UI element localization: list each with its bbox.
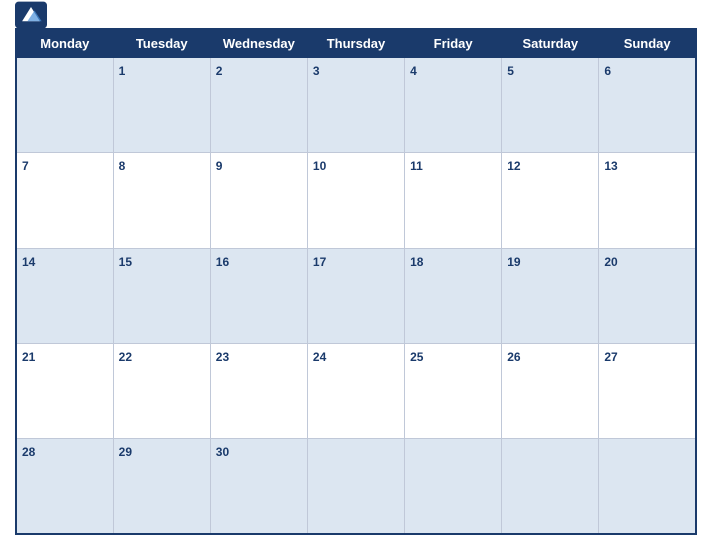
- calendar-day-26: 26: [502, 343, 599, 438]
- day-number: 10: [313, 159, 326, 173]
- calendar-day-30: 30: [210, 439, 307, 534]
- calendar-day-7: 7: [16, 153, 113, 248]
- calendar-empty-cell: [16, 58, 113, 153]
- weekday-header-row: MondayTuesdayWednesdayThursdayFridaySatu…: [16, 29, 696, 58]
- day-number: 1: [119, 64, 126, 78]
- weekday-saturday: Saturday: [502, 29, 599, 58]
- calendar-day-2: 2: [210, 58, 307, 153]
- day-number: 16: [216, 255, 229, 269]
- calendar-container: MondayTuesdayWednesdayThursdayFridaySatu…: [0, 0, 712, 550]
- calendar-empty-cell: [405, 439, 502, 534]
- day-number: 9: [216, 159, 223, 173]
- day-number: 12: [507, 159, 520, 173]
- day-number: 13: [604, 159, 617, 173]
- day-number: 8: [119, 159, 126, 173]
- calendar-day-23: 23: [210, 343, 307, 438]
- day-number: 20: [604, 255, 617, 269]
- calendar-day-16: 16: [210, 248, 307, 343]
- calendar-day-21: 21: [16, 343, 113, 438]
- day-number: 25: [410, 350, 423, 364]
- calendar-day-14: 14: [16, 248, 113, 343]
- calendar-day-5: 5: [502, 58, 599, 153]
- calendar-week-row: 21 22 23 24 25 26 27: [16, 343, 696, 438]
- weekday-sunday: Sunday: [599, 29, 696, 58]
- calendar-day-20: 20: [599, 248, 696, 343]
- calendar-day-19: 19: [502, 248, 599, 343]
- day-number: 14: [22, 255, 35, 269]
- day-number: 19: [507, 255, 520, 269]
- day-number: 21: [22, 350, 35, 364]
- calendar-day-17: 17: [307, 248, 404, 343]
- logo: [15, 1, 50, 29]
- day-number: 29: [119, 445, 132, 459]
- calendar-day-13: 13: [599, 153, 696, 248]
- day-number: 11: [410, 159, 423, 173]
- calendar-empty-cell: [307, 439, 404, 534]
- logo-icon: [15, 1, 47, 29]
- calendar-day-22: 22: [113, 343, 210, 438]
- day-number: 28: [22, 445, 35, 459]
- calendar-day-8: 8: [113, 153, 210, 248]
- calendar-day-6: 6: [599, 58, 696, 153]
- day-number: 23: [216, 350, 229, 364]
- calendar-day-18: 18: [405, 248, 502, 343]
- calendar-day-12: 12: [502, 153, 599, 248]
- calendar-week-row: 1 2 3 4 5 6: [16, 58, 696, 153]
- calendar-table: MondayTuesdayWednesdayThursdayFridaySatu…: [15, 28, 697, 535]
- day-number: 7: [22, 159, 29, 173]
- day-number: 22: [119, 350, 132, 364]
- calendar-day-24: 24: [307, 343, 404, 438]
- day-number: 26: [507, 350, 520, 364]
- calendar-day-10: 10: [307, 153, 404, 248]
- weekday-wednesday: Wednesday: [210, 29, 307, 58]
- calendar-day-15: 15: [113, 248, 210, 343]
- day-number: 17: [313, 255, 326, 269]
- day-number: 2: [216, 64, 223, 78]
- calendar-day-28: 28: [16, 439, 113, 534]
- day-number: 27: [604, 350, 617, 364]
- day-number: 3: [313, 64, 320, 78]
- day-number: 4: [410, 64, 417, 78]
- weekday-tuesday: Tuesday: [113, 29, 210, 58]
- calendar-week-row: 7 8 9 10 11 12 13: [16, 153, 696, 248]
- calendar-day-11: 11: [405, 153, 502, 248]
- day-number: 15: [119, 255, 132, 269]
- calendar-day-29: 29: [113, 439, 210, 534]
- calendar-day-4: 4: [405, 58, 502, 153]
- day-number: 18: [410, 255, 423, 269]
- weekday-thursday: Thursday: [307, 29, 404, 58]
- day-number: 5: [507, 64, 514, 78]
- calendar-header: [15, 10, 697, 20]
- calendar-day-3: 3: [307, 58, 404, 153]
- calendar-day-1: 1: [113, 58, 210, 153]
- day-number: 6: [604, 64, 611, 78]
- calendar-week-row: 14 15 16 17 18 19 20: [16, 248, 696, 343]
- calendar-week-row: 28 29 30: [16, 439, 696, 534]
- calendar-empty-cell: [599, 439, 696, 534]
- calendar-day-25: 25: [405, 343, 502, 438]
- calendar-day-9: 9: [210, 153, 307, 248]
- weekday-friday: Friday: [405, 29, 502, 58]
- calendar-day-27: 27: [599, 343, 696, 438]
- weekday-monday: Monday: [16, 29, 113, 58]
- calendar-empty-cell: [502, 439, 599, 534]
- day-number: 24: [313, 350, 326, 364]
- day-number: 30: [216, 445, 229, 459]
